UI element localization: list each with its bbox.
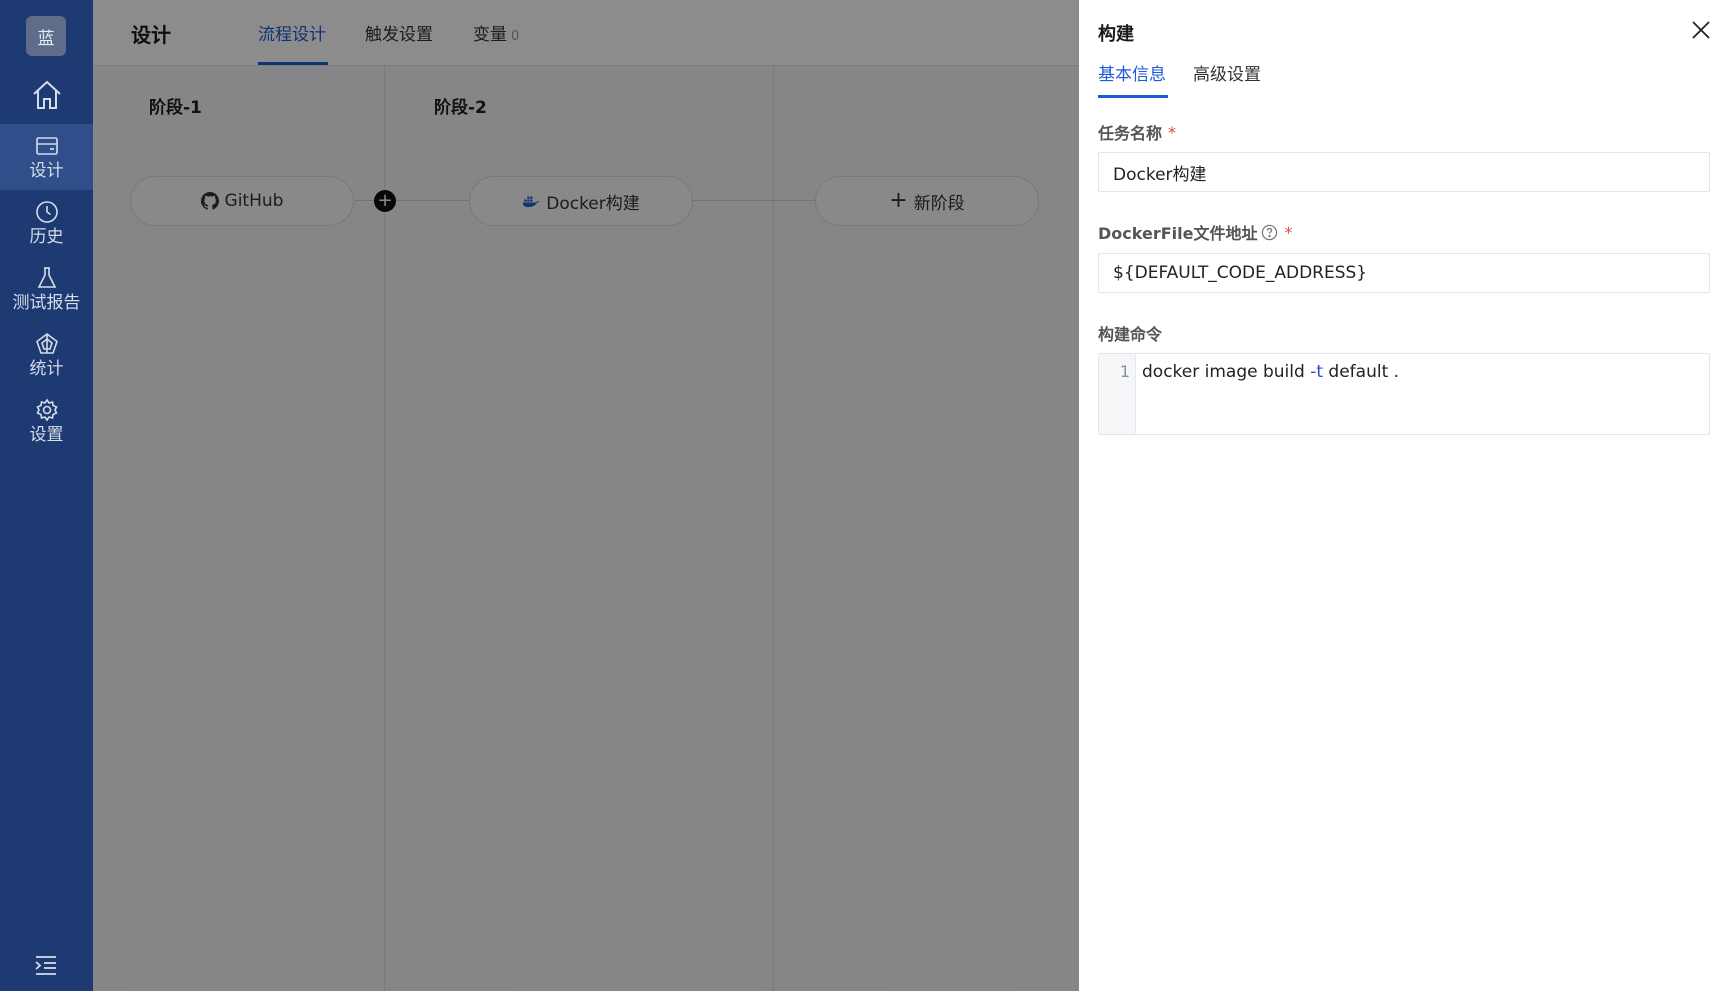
code-line[interactable]: docker image build -t default . [1136,354,1399,434]
sidebar-item-label: 测试报告 [12,292,81,313]
code-text: default . [1323,362,1400,382]
active-tab-indicator [1098,95,1168,98]
line-number: 1 [1099,354,1136,434]
task-name-input[interactable]: Docker构建 [1098,152,1710,192]
task-name-label: 任务名称 * [1098,120,1176,144]
home-button[interactable] [0,72,93,118]
flask-icon [37,266,56,288]
sidebar-item-settings[interactable]: 设置 [0,388,93,454]
modal-overlay[interactable] [93,0,1172,991]
app-logo[interactable]: 蓝 [26,16,66,56]
task-name-label-text: 任务名称 [1098,124,1163,143]
sidebar-item-label: 历史 [29,226,64,247]
required-marker: * [1168,122,1177,142]
code-flag: -t [1310,362,1324,382]
job-config-drawer: 构建 基本信息 高级设置 任务名称 * Docker构建 DockerFile文件… [1079,0,1729,991]
dockerfile-path-input[interactable]: ${DEFAULT_CODE_ADDRESS} [1098,253,1710,293]
gear-icon [35,398,58,421]
tab-basic-info[interactable]: 基本信息 [1098,60,1166,85]
dockerfile-label-text: DockerFile文件地址 [1098,224,1258,243]
build-command-editor[interactable]: 1 docker image build -t default . [1098,353,1710,435]
required-marker: * [1284,222,1293,242]
build-command-label-text: 构建命令 [1098,325,1163,344]
sidebar-item-design[interactable]: 设计 [0,124,93,190]
code-text: docker image build [1142,362,1311,382]
tab-advanced-settings[interactable]: 高级设置 [1193,60,1261,85]
sidebar-item-label: 设计 [29,160,64,181]
sidebar-item-test-report[interactable]: 测试报告 [0,256,93,322]
sidebar-item-label: 统计 [29,358,64,379]
help-icon[interactable] [1261,224,1278,241]
collapse-menu-icon[interactable] [33,953,59,977]
sidebar-item-statistics[interactable]: 统计 [0,322,93,388]
close-icon[interactable] [1691,20,1711,40]
home-icon [32,80,61,109]
drawer-title: 构建 [1098,24,1134,45]
pentagon-chart-icon [35,332,58,354]
card-icon [35,136,58,155]
build-command-label: 构建命令 [1098,321,1162,345]
dockerfile-label: DockerFile文件地址 * [1098,220,1292,244]
clock-icon [35,200,58,223]
sidebar: 蓝 设计 历史 测试报告 统计 设置 [0,0,93,991]
sidebar-item-history[interactable]: 历史 [0,190,93,256]
sidebar-item-label: 设置 [29,424,64,445]
